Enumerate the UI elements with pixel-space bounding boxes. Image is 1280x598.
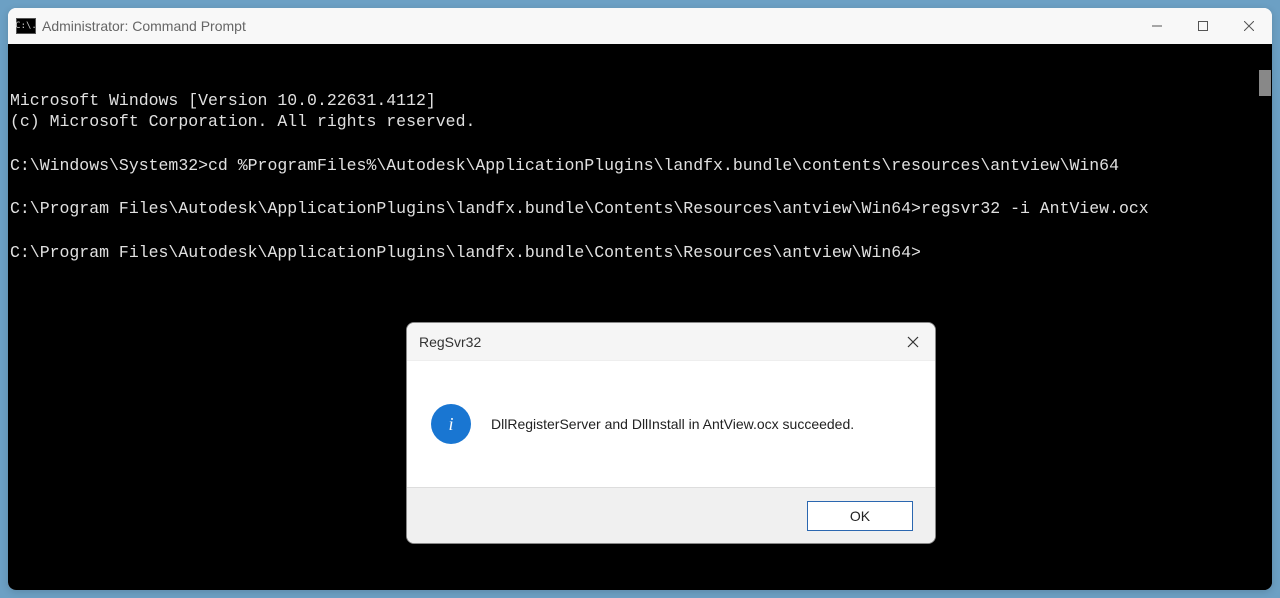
dialog-footer: OK: [407, 487, 935, 543]
close-icon: [907, 336, 919, 348]
scrollbar-thumb[interactable]: [1259, 70, 1271, 96]
ok-button[interactable]: OK: [807, 501, 913, 531]
dialog-message: DllRegisterServer and DllInstall in AntV…: [491, 416, 854, 432]
titlebar[interactable]: C:\. Administrator: Command Prompt: [8, 8, 1272, 44]
cmd-icon: C:\.: [16, 18, 36, 34]
dialog-body: i DllRegisterServer and DllInstall in An…: [407, 361, 935, 487]
dialog-close-button[interactable]: [891, 323, 935, 360]
close-button[interactable]: [1226, 8, 1272, 44]
dialog-title: RegSvr32: [419, 334, 891, 350]
minimize-button[interactable]: [1134, 8, 1180, 44]
terminal-output: Microsoft Windows [Version 10.0.22631.41…: [8, 90, 1272, 264]
dialog-titlebar[interactable]: RegSvr32: [407, 323, 935, 361]
window-controls: [1134, 8, 1272, 44]
minimize-icon: [1152, 21, 1162, 31]
window-title: Administrator: Command Prompt: [42, 18, 246, 34]
scrollbar-track[interactable]: [1258, 44, 1272, 590]
maximize-icon: [1198, 21, 1208, 31]
regsvr32-dialog: RegSvr32 i DllRegisterServer and DllInst…: [406, 322, 936, 544]
close-icon: [1244, 21, 1254, 31]
maximize-button[interactable]: [1180, 8, 1226, 44]
info-icon: i: [431, 404, 471, 444]
